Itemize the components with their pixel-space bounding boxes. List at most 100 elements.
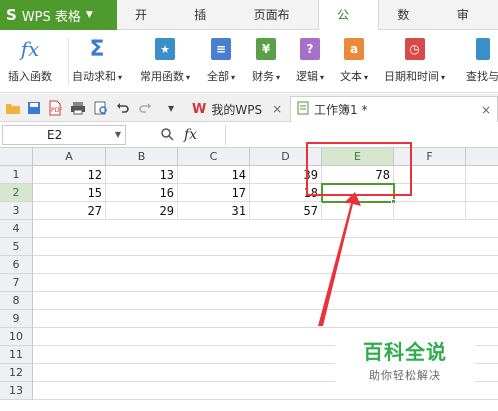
ribbon-divider	[68, 38, 69, 86]
insert-function-fx-icon[interactable]: fx	[184, 127, 197, 143]
common-functions-button[interactable]: ★ 常用函数 ▾	[140, 34, 190, 89]
row-header-8[interactable]: 8	[0, 292, 33, 310]
cell-g1[interactable]	[466, 166, 498, 184]
select-all-corner[interactable]	[0, 148, 33, 166]
lookup-button[interactable]: 查找与	[466, 34, 498, 89]
column-header-g[interactable]	[466, 148, 498, 166]
modified-indicator: *	[361, 102, 368, 117]
tab-home[interactable]: 开始	[117, 0, 176, 52]
open-folder-icon[interactable]	[5, 100, 21, 116]
watermark-subtitle: 助你轻松解决	[369, 369, 441, 382]
date-time-button[interactable]: ◷ 日期和时间 ▾	[384, 34, 445, 89]
sigma-icon: Σ	[89, 36, 105, 62]
print-icon[interactable]	[70, 100, 86, 116]
dropdown-arrow-icon: ▾	[364, 73, 369, 82]
all-functions-button[interactable]: ≡ 全部 ▾	[207, 34, 235, 89]
tab-data[interactable]: 数据	[379, 0, 438, 52]
date-time-label: 日期和时间	[384, 70, 439, 83]
row-header-1[interactable]: 1	[0, 166, 33, 184]
logical-button[interactable]: ? 逻辑 ▾	[296, 34, 324, 89]
lookup-icon	[471, 36, 495, 62]
spreadsheet-doc-icon	[297, 101, 309, 118]
export-pdf-icon[interactable]: PDF	[47, 100, 63, 116]
wps-w-icon: W	[192, 101, 207, 117]
tab-my-wps[interactable]: W 我的WPS ×	[186, 96, 288, 122]
ribbon: fx 插入函数 Σ 自动求和 ▾ ★ 常用函数 ▾ ≡ 全部 ▾ ¥ 财务 ▾ ? 逻辑…	[0, 30, 498, 93]
text-functions-label: 文本	[340, 70, 362, 83]
row-header-6[interactable]: 6	[0, 256, 33, 274]
zoom-search-icon[interactable]	[160, 127, 174, 144]
money-book-icon: ¥	[254, 36, 278, 62]
undo-icon[interactable]	[115, 100, 131, 116]
customize-toolbar-icon[interactable]: ▾	[163, 100, 179, 116]
row-header-5[interactable]: 5	[0, 238, 33, 256]
fx-icon: fx	[20, 37, 40, 61]
close-icon[interactable]: ×	[272, 102, 282, 116]
highlight-box	[306, 142, 412, 196]
cell-c3[interactable]: 31	[178, 202, 250, 220]
dropdown-arrow-icon: ▾	[441, 73, 446, 82]
tab-insert[interactable]: 插入	[176, 0, 235, 52]
print-preview-icon[interactable]	[93, 100, 109, 116]
clock-book-icon: ◷	[403, 36, 427, 62]
cell-c2[interactable]: 17	[178, 184, 250, 202]
autosum-label: 自动求和	[72, 70, 116, 83]
financial-button[interactable]: ¥ 财务 ▾	[252, 34, 280, 89]
cell-g3[interactable]	[466, 202, 498, 220]
row-header-13[interactable]: 13	[0, 382, 33, 400]
menu-bar: S WPS 表格 ▼ 开始 插入 页面布局 公式 数据 审阅	[0, 0, 498, 52]
row-header-2[interactable]: 2	[0, 184, 33, 202]
tab-workbook1-label: 工作簿1	[314, 103, 358, 117]
cell-f3[interactable]	[394, 202, 466, 220]
text-functions-button[interactable]: a 文本 ▾	[340, 34, 368, 89]
chevron-down-icon[interactable]: ▼	[115, 126, 121, 144]
row-header-9[interactable]: 9	[0, 310, 33, 328]
formula-bar: E2 ▼ fx	[0, 122, 498, 148]
cell-b2[interactable]: 16	[106, 184, 178, 202]
financial-label: 财务	[252, 70, 274, 83]
cell-e3[interactable]	[322, 202, 394, 220]
dropdown-arrow-icon: ▾	[186, 73, 191, 82]
lookup-label: 查找与	[466, 70, 498, 83]
cell-b3[interactable]: 29	[106, 202, 178, 220]
tab-workbook1[interactable]: 工作簿1 * ×	[290, 96, 498, 122]
insert-function-label: 插入函数	[8, 70, 52, 83]
column-header-a[interactable]: A	[33, 148, 106, 166]
dropdown-arrow-icon: ▾	[320, 73, 325, 82]
row-header-7[interactable]: 7	[0, 274, 33, 292]
column-header-b[interactable]: B	[106, 148, 178, 166]
list-book-icon: ≡	[209, 36, 233, 62]
row-header-10[interactable]: 10	[0, 328, 33, 346]
cell-g2[interactable]	[466, 184, 498, 202]
column-header-c[interactable]: C	[178, 148, 250, 166]
text-book-icon: a	[342, 36, 366, 62]
star-book-icon: ★	[153, 36, 177, 62]
tab-page-layout[interactable]: 页面布局	[236, 0, 319, 52]
dropdown-arrow-icon: ▾	[231, 73, 236, 82]
name-box[interactable]: E2 ▼	[2, 125, 126, 145]
autosum-button[interactable]: Σ 自动求和 ▾	[72, 34, 122, 89]
save-icon[interactable]	[26, 100, 42, 116]
all-functions-label: 全部	[207, 70, 229, 83]
cell-a2[interactable]: 15	[33, 184, 106, 202]
menu-tabs: 开始 插入 页面布局 公式 数据 审阅	[117, 0, 498, 52]
dropdown-arrow-icon: ▾	[118, 73, 123, 82]
row-header-3[interactable]: 3	[0, 202, 33, 220]
row-header-12[interactable]: 12	[0, 364, 33, 382]
insert-function-button[interactable]: fx 插入函数	[8, 34, 52, 89]
cell-c1[interactable]: 14	[178, 166, 250, 184]
redo-icon[interactable]	[137, 100, 153, 116]
logical-label: 逻辑	[296, 70, 318, 83]
watermark: 百科全说 助你轻松解决	[335, 330, 475, 382]
app-title: WPS 表格	[21, 9, 81, 25]
cell-b1[interactable]: 13	[106, 166, 178, 184]
cell-a1[interactable]: 12	[33, 166, 106, 184]
cell-d3[interactable]: 57	[250, 202, 322, 220]
close-icon[interactable]: ×	[481, 103, 491, 117]
row-header-11[interactable]: 11	[0, 346, 33, 364]
tab-formulas[interactable]: 公式	[318, 0, 380, 52]
app-menu-button[interactable]: S WPS 表格 ▼	[0, 0, 117, 30]
tab-review[interactable]: 审阅	[439, 0, 498, 52]
row-header-4[interactable]: 4	[0, 220, 33, 238]
cell-a3[interactable]: 27	[33, 202, 106, 220]
